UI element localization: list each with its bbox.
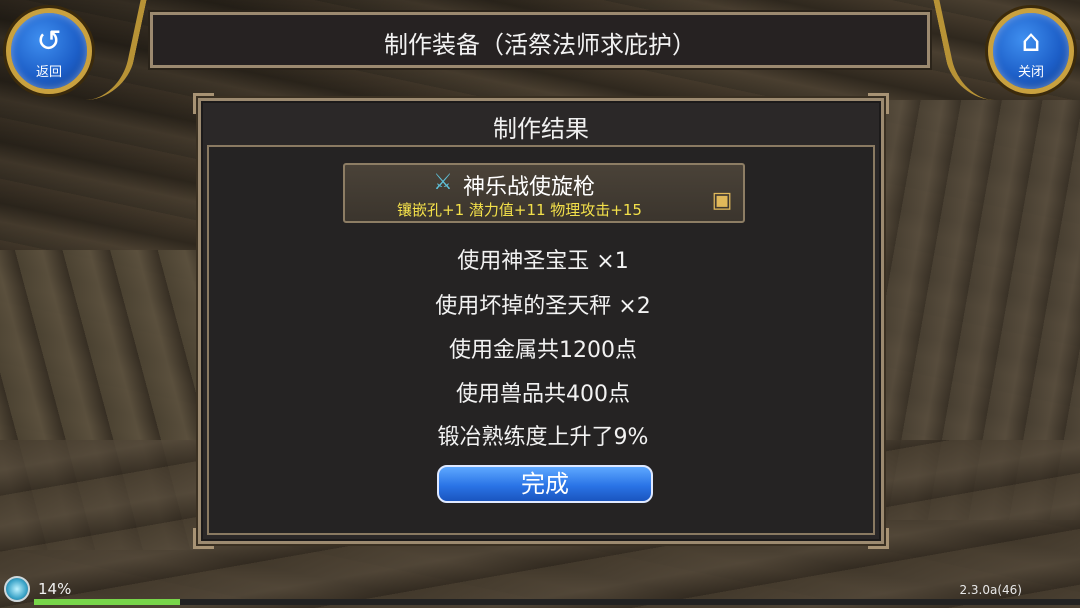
item-stats: 镶嵌孔+1 潜力值+11 物理攻击+15 — [397, 201, 642, 219]
result-line: 使用兽品共400点 — [456, 382, 630, 407]
done-button[interactable]: 完成 — [437, 465, 653, 503]
result-line: 使用神圣宝玉 ×1 — [457, 249, 629, 274]
page-title: 制作装备（活祭法师求庇护） — [384, 31, 696, 59]
version-label: 2.3.0a(46) — [959, 583, 1022, 597]
back-label: 返回 — [35, 65, 62, 80]
title-bar: 制作装备（活祭法师求庇护） — [150, 12, 930, 68]
back-button[interactable]: ↺ 返回 — [6, 8, 92, 94]
network-status-icon — [4, 576, 30, 602]
spear-icon: ⚔ — [433, 170, 453, 195]
progress-bar — [34, 599, 1080, 605]
result-panel: 制作结果 ⚔ 神乐战使旋枪 镶嵌孔+1 潜力值+11 物理攻击+15 ▣ 使用神… — [193, 93, 889, 549]
item-name: 神乐战使旋枪 — [463, 175, 596, 200]
crafted-item-card[interactable]: ⚔ 神乐战使旋枪 镶嵌孔+1 潜力值+11 物理攻击+15 ▣ — [343, 163, 745, 223]
panel-title: 制作结果 — [493, 115, 589, 143]
treasure-chest-icon: ▣ — [711, 188, 733, 213]
close-button[interactable]: ⌂ 关闭 — [988, 8, 1074, 94]
progress-fill — [34, 599, 181, 605]
result-line: 使用金属共1200点 — [449, 338, 637, 363]
return-arrow-icon: ↺ — [36, 24, 62, 59]
home-icon: ⌂ — [1021, 24, 1041, 59]
close-label: 关闭 — [1017, 65, 1044, 80]
result-content: ⚔ 神乐战使旋枪 镶嵌孔+1 潜力值+11 物理攻击+15 ▣ 使用神圣宝玉 ×… — [207, 145, 875, 535]
progress-percent: 14% — [38, 580, 72, 598]
result-line: 锻冶熟练度上升了9% — [437, 425, 649, 450]
result-line: 使用坏掉的圣天秤 ×2 — [435, 294, 651, 319]
